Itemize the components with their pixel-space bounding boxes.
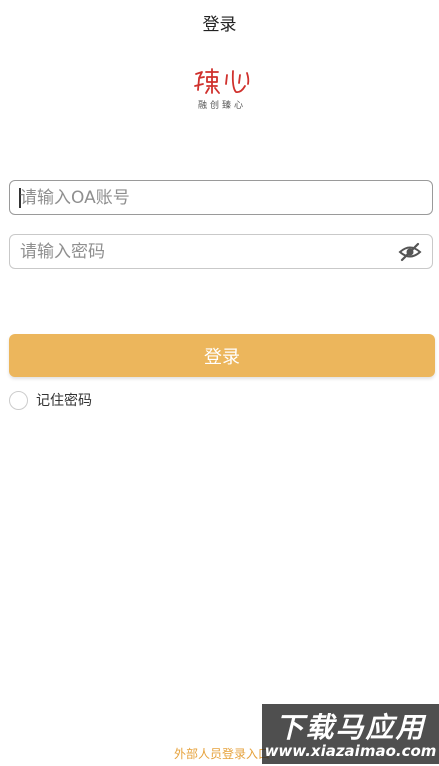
login-button[interactable]: 登录: [9, 334, 435, 377]
account-input[interactable]: [20, 181, 390, 214]
remember-password-radio[interactable]: [9, 390, 28, 410]
page-title: 登录: [202, 15, 237, 35]
password-field[interactable]: [9, 234, 433, 269]
watermark-title: 下载马应用: [275, 711, 426, 744]
watermark-overlay: 下载马应用 www.xiazaimao.com: [262, 704, 439, 764]
brand-logo: 融创臻心: [190, 66, 254, 112]
watermark-url: www.xiazaimao.com: [264, 742, 437, 760]
remember-password-label: 记住密码: [36, 393, 92, 409]
eye-slash-icon[interactable]: [398, 241, 422, 263]
external-login-link[interactable]: 外部人员登录入口: [174, 745, 270, 762]
logo-mark-icon: [194, 68, 250, 94]
login-page: 登录 融创臻心 请输入OA账号 登录 记住密码 外部人员登录入口 下载马应用 w…: [0, 0, 439, 766]
account-field[interactable]: [9, 180, 433, 215]
password-input[interactable]: [20, 235, 390, 268]
logo-tagline: 融创臻心: [197, 101, 246, 111]
remember-password[interactable]: 记住密码: [9, 389, 92, 411]
